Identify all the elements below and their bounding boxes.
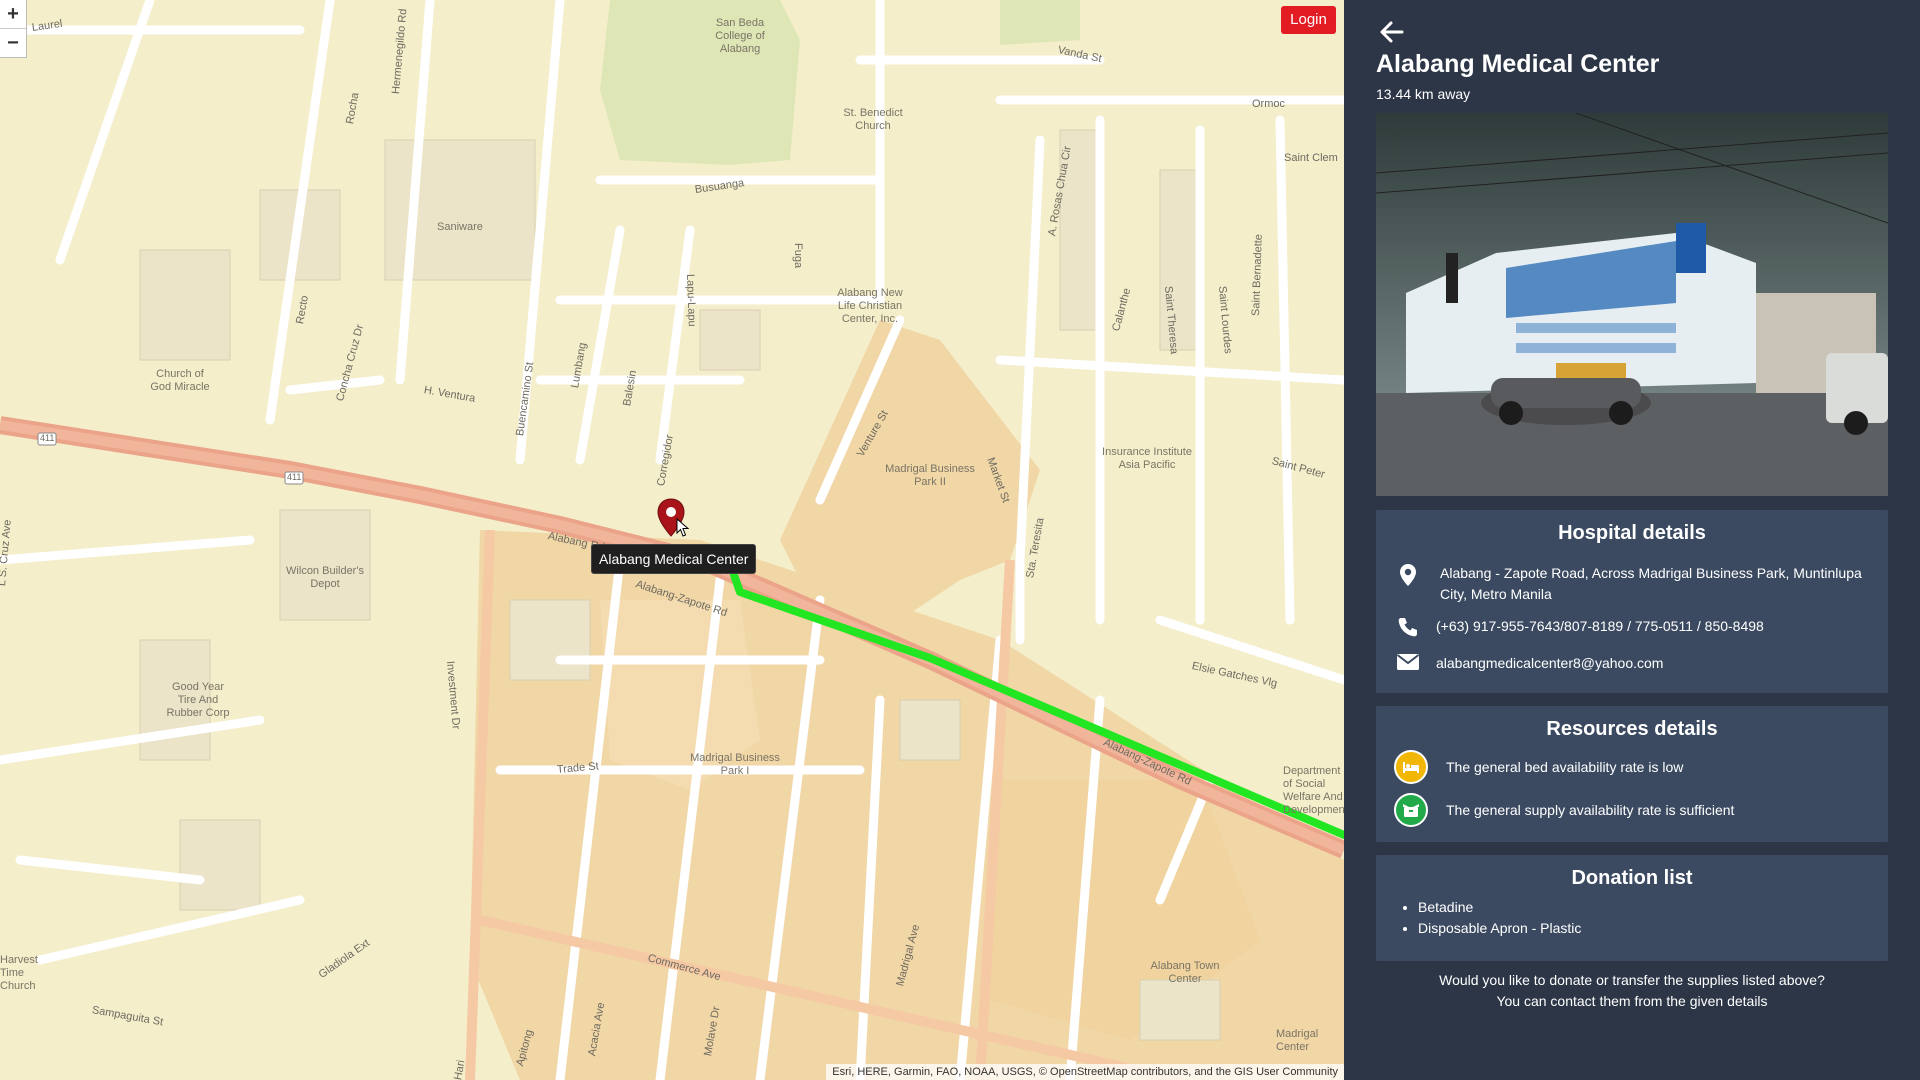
map-label-st-benedict: St. Benedict Church	[843, 107, 903, 132]
map-base-tiles[interactable]	[0, 0, 1344, 1080]
supply-box-icon	[1394, 793, 1428, 827]
hospital-details-card: Hospital details Alabang - Zapote Road, …	[1376, 510, 1888, 693]
email-text: alabangmedicalcenter8@yahoo.com	[1436, 655, 1664, 671]
bed-availability-row: The general bed availability rate is low	[1394, 750, 1870, 784]
supply-availability-text: The general supply availability rate is …	[1446, 802, 1735, 818]
donation-list-heading: Donation list	[1571, 867, 1693, 889]
mouse-cursor-icon	[676, 518, 690, 537]
map-label-church-of-god: Church of God Miracle	[150, 368, 210, 393]
hospital-side-panel: Alabang Medical Center 13.44 km away Hos…	[1344, 0, 1920, 1080]
donation-list: Betadine Disposable Apron - Plastic	[1398, 897, 1581, 939]
login-button[interactable]: Login	[1281, 6, 1336, 34]
map-label-insurance-institute: Insurance Institute Asia Pacific	[1102, 446, 1192, 471]
map-view[interactable]: San Beda College of Alabang St. Benedict…	[0, 0, 1344, 1080]
donation-prompt-line1: Would you like to donate or transfer the…	[1439, 972, 1825, 988]
hospital-photo	[1376, 113, 1888, 496]
map-label-madrigal-center: Madrigal Center	[1276, 1028, 1319, 1053]
supply-availability-row: The general supply availability rate is …	[1394, 793, 1870, 827]
zoom-in-button[interactable]: +	[0, 0, 26, 28]
map-label-alabang-new-life: Alabang New Life Christian Center, Inc.	[837, 287, 903, 325]
resources-details-heading: Resources details	[1546, 718, 1718, 740]
map-pin-icon	[1400, 564, 1416, 586]
hospital-details-heading: Hospital details	[1558, 522, 1706, 544]
bed-availability-text: The general bed availability rate is low	[1446, 759, 1684, 775]
map-attribution: Esri, HERE, Garmin, FAO, NOAA, USGS, © O…	[826, 1064, 1344, 1080]
map-label-madrigal-bp2: Madrigal Business Park II	[885, 463, 975, 488]
phone-text: (+63) 917-955-7643/807-8189 / 775-0511 /…	[1436, 618, 1764, 634]
marker-tooltip: Alabang Medical Center	[591, 544, 757, 574]
envelope-icon	[1396, 654, 1420, 670]
phone-row: (+63) 917-955-7643/807-8189 / 775-0511 /…	[1394, 616, 1870, 640]
donation-list-card: Donation list Betadine Disposable Apron …	[1376, 855, 1888, 961]
zoom-control: + −	[0, 0, 27, 58]
address-text: Alabang - Zapote Road, Across Madrigal B…	[1440, 565, 1862, 602]
street-label: Ormoc	[1252, 98, 1285, 110]
map-label-san-beda: San Beda College of Alabang	[715, 17, 765, 55]
map-label-wilcon: Wilcon Builder's Depot	[286, 565, 364, 590]
map-label-harvest-time: Harvest Time Church	[0, 954, 38, 992]
map-label-good-year: Good Year Tire And Rubber Corp	[166, 681, 230, 719]
street-label: Saint Clem	[1284, 152, 1338, 164]
phone-icon	[1398, 618, 1417, 637]
zoom-out-button[interactable]: −	[0, 28, 26, 57]
donation-prompt: Would you like to donate or transfer the…	[1376, 970, 1888, 1012]
highway-shield-label: 411	[287, 472, 302, 482]
map-label-alabang-town-center: Alabang Town Center	[1150, 960, 1220, 985]
map-label-madrigal-bp1: Madrigal Business Park I	[690, 752, 780, 777]
donation-prompt-line2: You can contact them from the given deta…	[1496, 993, 1768, 1009]
map-label-dswd: Department of Social Welfare And Develop…	[1283, 765, 1344, 816]
highway-shield-label: 411	[40, 433, 55, 443]
donation-item: Disposable Apron - Plastic	[1418, 918, 1581, 939]
donation-item: Betadine	[1418, 897, 1581, 918]
distance-text: 13.44 km away	[1376, 86, 1471, 102]
email-row: alabangmedicalcenter8@yahoo.com	[1394, 653, 1870, 677]
address-row: Alabang - Zapote Road, Across Madrigal B…	[1394, 563, 1870, 605]
bed-icon	[1394, 750, 1428, 784]
back-arrow-icon[interactable]	[1378, 18, 1406, 46]
hospital-title: Alabang Medical Center	[1376, 50, 1660, 78]
street-label: Fuga	[792, 243, 804, 269]
map-label-saniware: Saniware	[437, 221, 483, 233]
street-label: Lapu-Lapu	[684, 273, 698, 327]
resources-details-card: Resources details The general bed availa…	[1376, 706, 1888, 842]
